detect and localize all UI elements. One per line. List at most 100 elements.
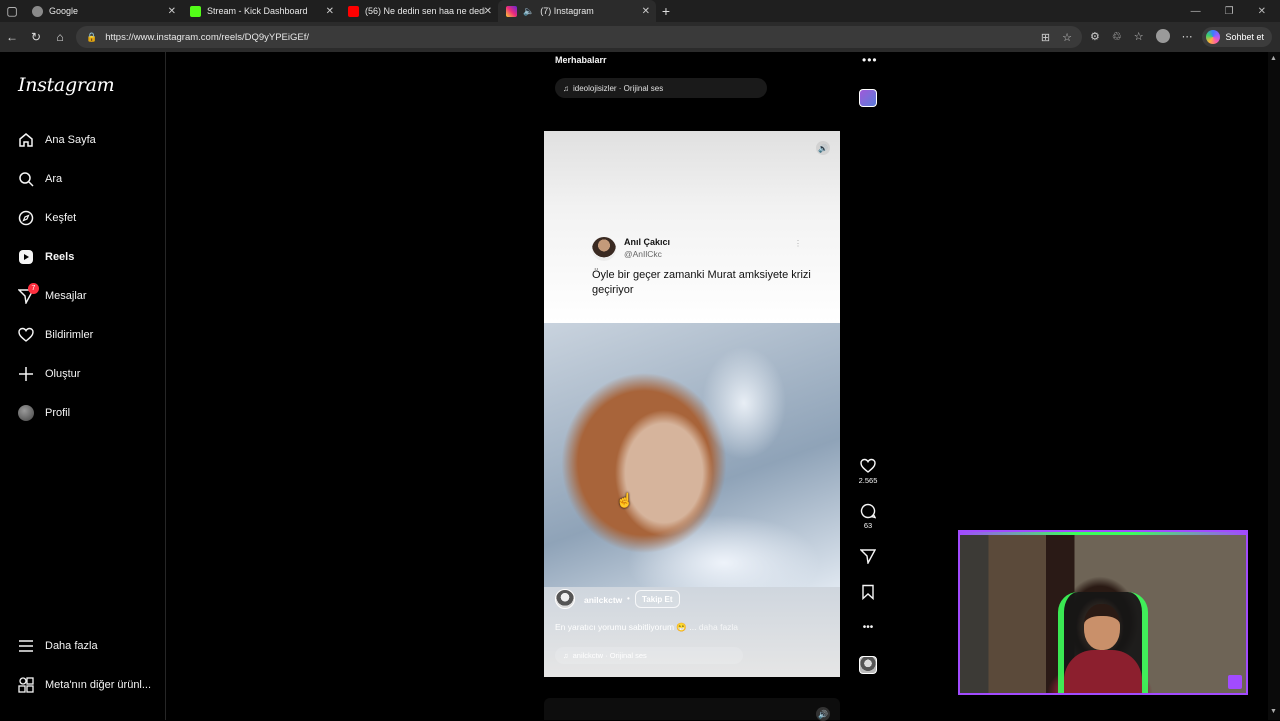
caption-more-link[interactable]: daha fazla [699, 622, 738, 632]
sidebar-item-label: Oluştur [45, 368, 81, 380]
sidebar-item-label: Ara [45, 173, 63, 185]
kick-favicon-icon [190, 5, 201, 17]
like-button[interactable]: 2.565 [852, 458, 884, 485]
tweet-author-avatar [592, 237, 616, 261]
share-button[interactable] [852, 548, 884, 566]
volume-icon[interactable]: 🔊 [816, 707, 830, 721]
sidebar-item-label: Reels [45, 251, 75, 263]
reel-video[interactable]: 🔊 Anıl Çakıcı @AnIlCkc ⋮ Öyle bir geçer … [544, 131, 840, 677]
search-icon [18, 171, 34, 187]
reel-audio[interactable]: ♫ anilckctw · Orijinal ses [555, 647, 743, 664]
close-tab-icon[interactable]: ✕ [484, 6, 492, 17]
follow-button[interactable]: Takip Et [635, 590, 680, 608]
sidebar-item-search[interactable]: Ara [18, 171, 62, 187]
site-info-icon[interactable]: 🔒 [86, 32, 97, 43]
settings-more-icon[interactable]: ⋯ [1182, 30, 1193, 43]
favorites-icon[interactable]: ☆ [1134, 30, 1144, 43]
tab-actions-icon[interactable]: ▢ [0, 4, 24, 18]
menu-icon [18, 638, 34, 654]
window-controls: — ❐ ✕ [1191, 6, 1280, 17]
comment-button[interactable]: 63 [852, 503, 884, 530]
sidebar-item-explore[interactable]: Keşfet [18, 210, 76, 226]
avatar-wrapper [18, 405, 34, 421]
sidebar-item-more[interactable]: Daha fazla [18, 638, 98, 654]
scroll-down-arrow-icon[interactable]: ▼ [1270, 708, 1277, 715]
speaker-icon[interactable]: 🔈 [523, 6, 534, 17]
browser-toolbar: ← ↻ ⌂ 🔒 https://www.instagram.com/reels/… [0, 22, 1280, 52]
back-icon[interactable]: ← [0, 30, 24, 44]
previous-reel-audio[interactable]: ♫ ideolojisizler · Orijinal ses [555, 78, 767, 98]
browser-tab-bar: ▢ Google ✕ Stream - Kick Dashboard ✕ (56… [0, 0, 1280, 22]
plus-icon [18, 366, 34, 382]
address-bar[interactable]: 🔒 https://www.instagram.com/reels/DQ9yYP… [76, 26, 1082, 48]
browser-essentials-icon[interactable]: ♲ [1112, 30, 1122, 43]
favorite-star-icon[interactable]: ☆ [1062, 31, 1072, 44]
avatar [18, 405, 34, 421]
sidebar-item-messages[interactable]: 7 Mesajlar [18, 283, 87, 304]
more-options-button[interactable]: ••• [852, 620, 884, 636]
tab-label: (56) Ne dedin sen haa ne dedin s [365, 6, 485, 16]
chat-label: Sohbet et [1225, 32, 1264, 42]
sidebar-item-label: Bildirimler [45, 329, 94, 341]
home-icon[interactable]: ⌂ [48, 30, 72, 44]
copilot-chat-button[interactable]: Sohbet et [1202, 27, 1272, 47]
sidebar-item-home[interactable]: Ana Sayfa [18, 132, 96, 148]
reel-owner-name[interactable]: anilckctw [584, 595, 622, 605]
tab-google[interactable]: Google ✕ [24, 0, 182, 22]
sidebar-item-reels[interactable]: Reels [18, 249, 74, 265]
reload-icon[interactable]: ↻ [24, 30, 48, 44]
app-available-icon[interactable]: ⊞ [1041, 31, 1050, 44]
tab-instagram[interactable]: 🔈 (7) Instagram ✕ [498, 0, 656, 22]
google-favicon-icon [32, 5, 43, 17]
audio-thumbnail[interactable] [859, 656, 877, 674]
more-options-icon[interactable]: ••• [862, 53, 878, 67]
music-note-icon: ♫ [563, 83, 569, 93]
tweet-author-name: Anıl Çakıcı [624, 237, 671, 247]
close-window-icon[interactable]: ✕ [1258, 6, 1266, 17]
reel-owner-avatar[interactable] [555, 589, 575, 609]
instagram-logo[interactable]: Instagram [18, 74, 115, 96]
previous-audio-thumbnail[interactable] [859, 89, 877, 107]
like-count: 2.565 [858, 476, 878, 485]
stream-logo-icon [1228, 675, 1242, 689]
tab-youtube[interactable]: (56) Ne dedin sen haa ne dedin s ✕ [340, 0, 498, 22]
close-tab-icon[interactable]: ✕ [326, 6, 334, 17]
save-button[interactable] [852, 584, 884, 601]
minimize-icon[interactable]: — [1191, 6, 1201, 17]
webcam-frame-bar [960, 532, 1246, 535]
streamer-body [1064, 650, 1142, 693]
tweet-text: Öyle bir geçer zamanki Murat amksiyete k… [592, 269, 811, 296]
heart-icon [852, 458, 884, 474]
tab-kick-dashboard[interactable]: Stream - Kick Dashboard ✕ [182, 0, 340, 22]
comment-icon [852, 503, 884, 519]
instagram-sidebar: Instagram Ana Sayfa Ara Keşfet Reels 7 M… [0, 52, 166, 720]
extensions-icon[interactable]: ⚙ [1090, 30, 1100, 43]
page-scrollbar[interactable] [1268, 52, 1280, 720]
comment-count: 63 [863, 521, 873, 530]
reel-caption[interactable]: En yaratıcı yorumu sabitliyorum 😁 ... da… [555, 622, 738, 633]
separator-dot: • [627, 594, 630, 603]
next-reel-preview[interactable] [544, 698, 840, 720]
tab-label: Google [49, 6, 79, 16]
tab-label: Stream - Kick Dashboard [207, 6, 308, 16]
meta-apps-icon [18, 677, 34, 693]
music-note-icon: ♫ [563, 651, 569, 660]
sidebar-item-label: Profil [45, 407, 71, 419]
url-text: https://www.instagram.com/reels/DQ9yYPEi… [105, 31, 310, 43]
youtube-favicon-icon [348, 5, 359, 17]
previous-reel-caption: Merhabalarr [555, 55, 607, 65]
audio-label: anilckctw · Orijinal ses [572, 651, 647, 660]
sidebar-item-meta[interactable]: Meta'nın diğer ürünl... [18, 677, 151, 693]
compass-icon [18, 210, 34, 226]
sidebar-item-notifications[interactable]: Bildirimler [18, 327, 93, 343]
sidebar-item-create[interactable]: Oluştur [18, 366, 80, 382]
new-tab-button[interactable]: + [656, 3, 676, 19]
caption-text: En yaratıcı yorumu sabitliyorum 😁 ... [555, 622, 697, 632]
restore-icon[interactable]: ❐ [1225, 6, 1234, 17]
volume-icon[interactable]: 🔊 [816, 141, 830, 155]
close-tab-icon[interactable]: ✕ [642, 6, 650, 17]
scroll-up-arrow-icon[interactable]: ▲ [1270, 55, 1277, 62]
sidebar-item-profile[interactable]: Profil [18, 405, 70, 421]
close-tab-icon[interactable]: ✕ [168, 6, 176, 17]
profile-avatar[interactable] [1155, 29, 1170, 43]
